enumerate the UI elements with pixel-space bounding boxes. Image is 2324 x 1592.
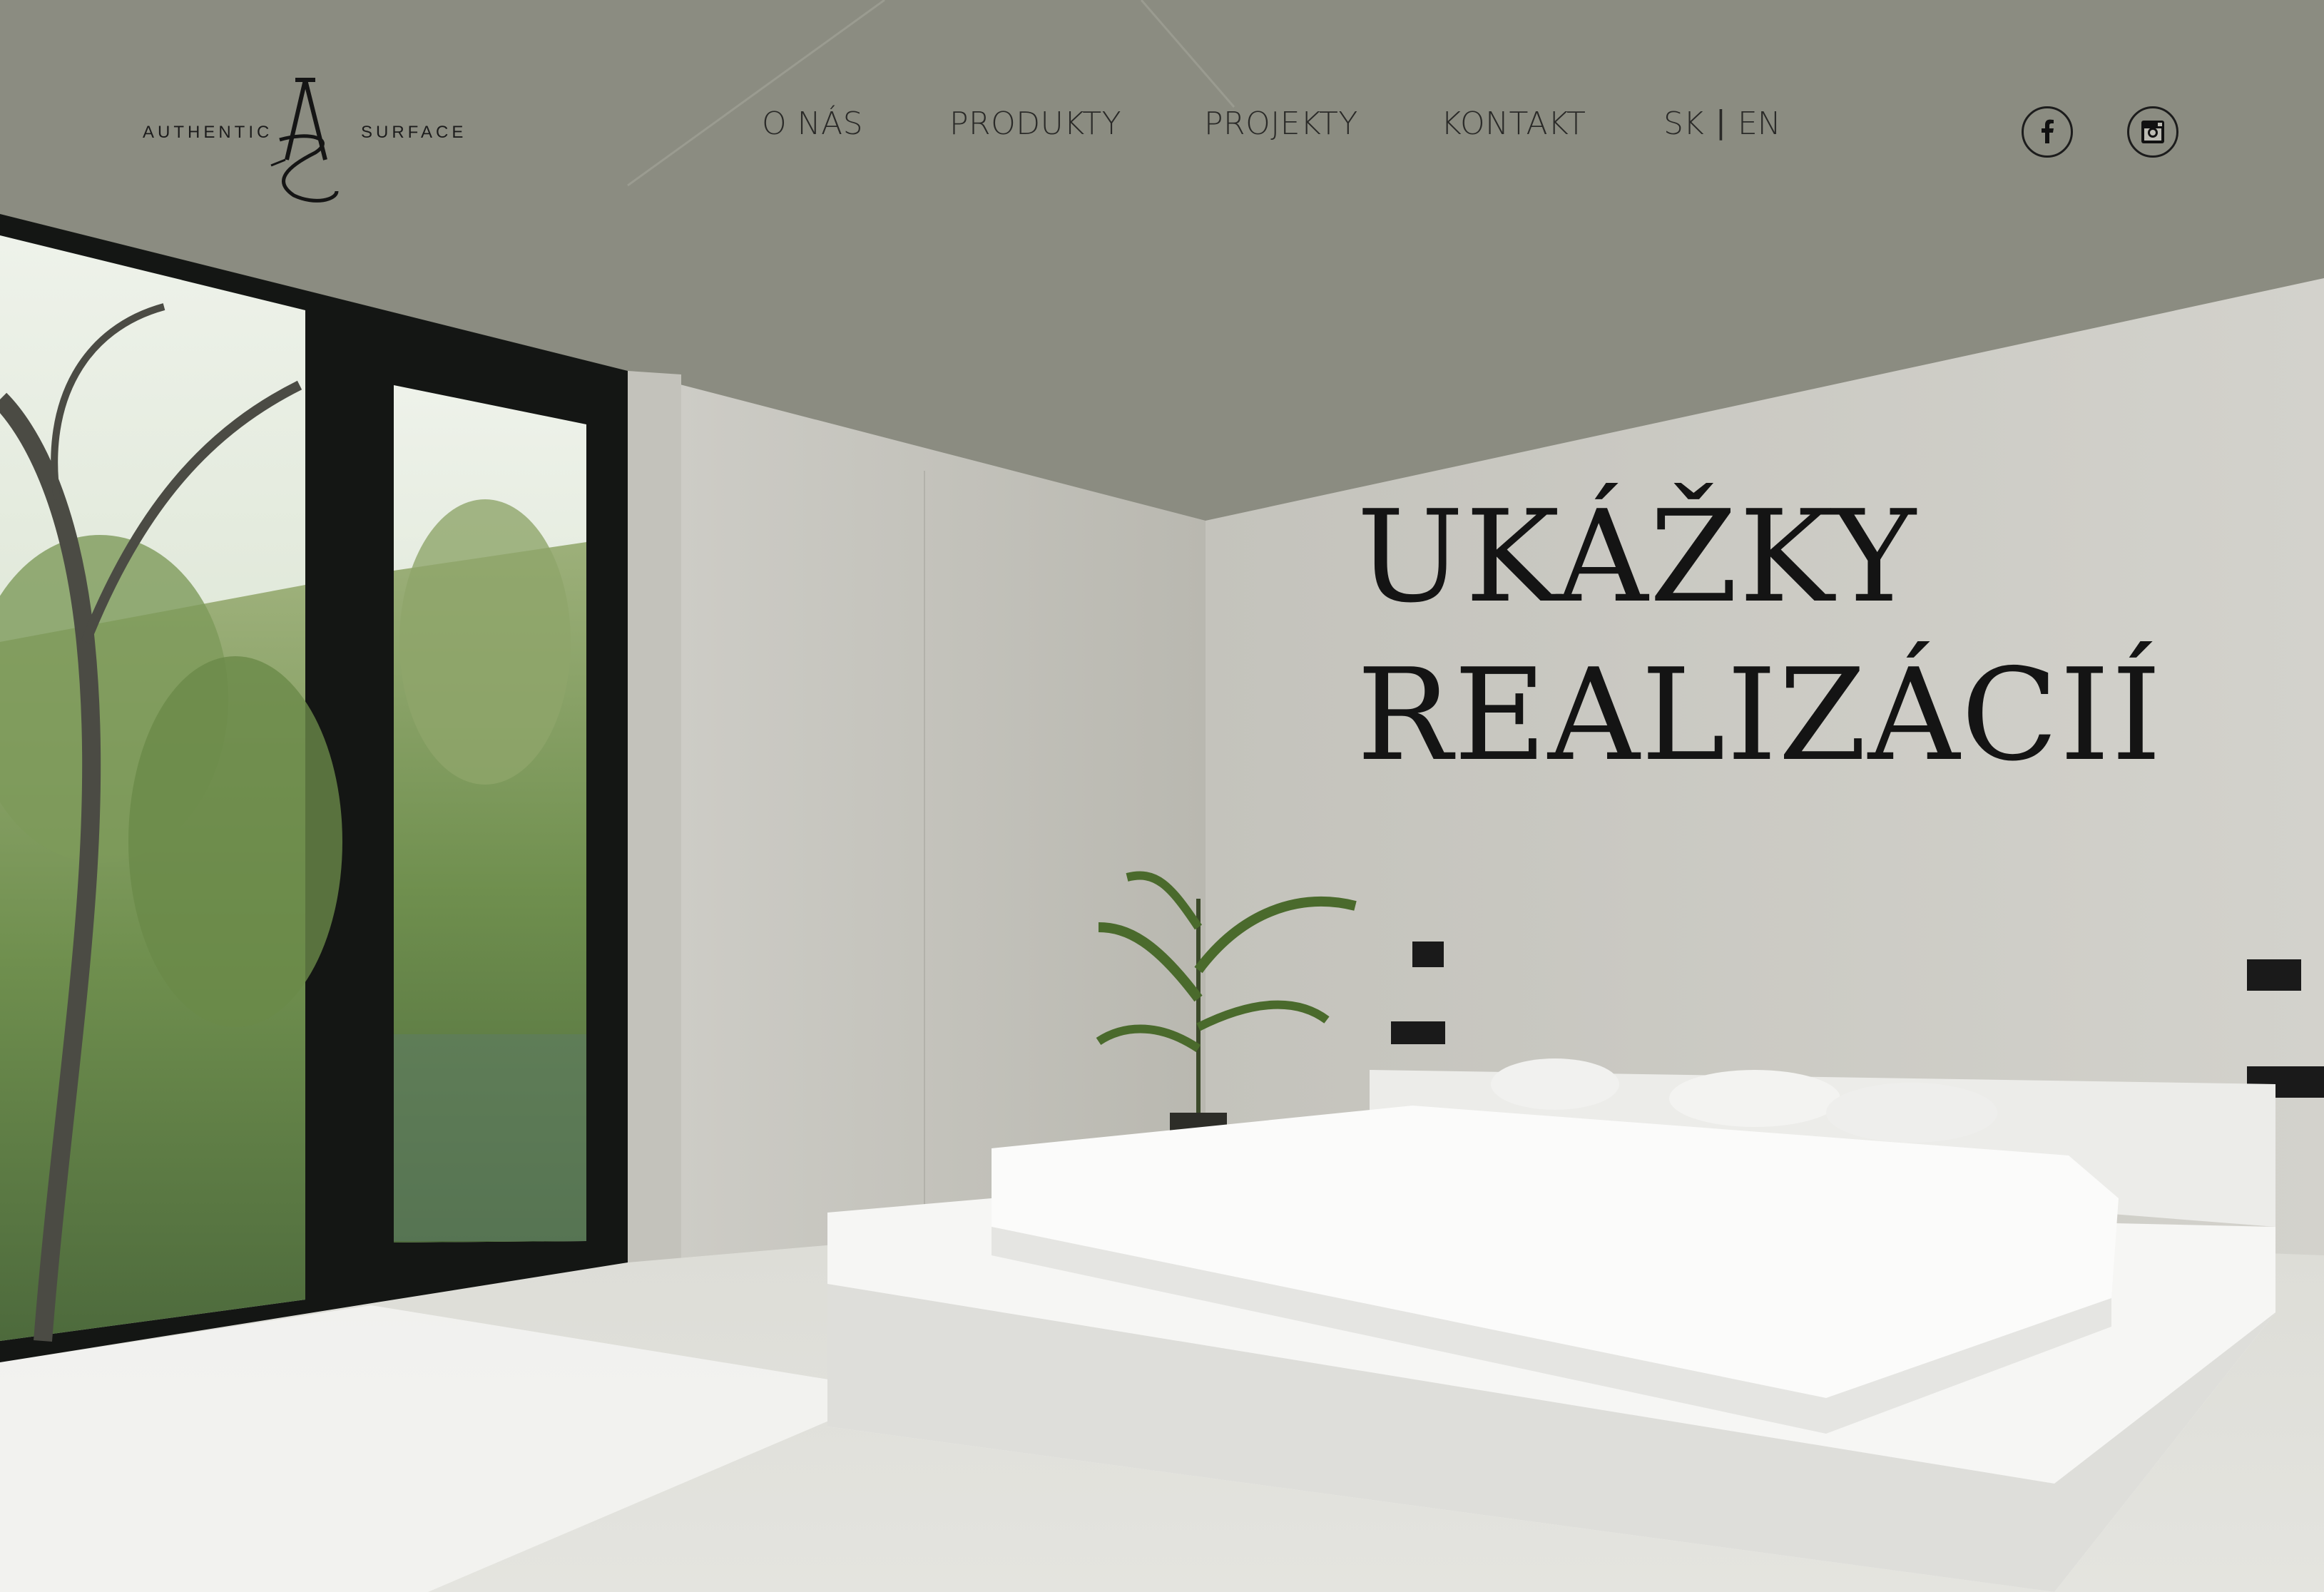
- hero-background-photo: [0, 0, 2324, 1592]
- facebook-icon[interactable]: [2022, 106, 2073, 158]
- instagram-icon[interactable]: [2127, 106, 2178, 158]
- nav-item-produkty[interactable]: PRODUKTY: [949, 106, 1121, 142]
- brand-logo[interactable]: AUTHENTIC SURFACE: [140, 74, 475, 210]
- hero-title: UKÁŽKY REALIZÁCIÍ: [1357, 478, 2213, 795]
- hero-title-line-2: REALIZÁCIÍ: [1357, 641, 2164, 789]
- lang-en[interactable]: EN: [1738, 106, 1781, 142]
- nav-item-projekty[interactable]: PROJEKTY: [1204, 106, 1358, 142]
- lang-separator: |: [1716, 104, 1726, 141]
- facebook-glyph: [2042, 119, 2054, 143]
- logo-word-surface: SURFACE: [361, 123, 467, 142]
- instagram-glyph: [2141, 121, 2164, 143]
- nav-item-o-nas[interactable]: O NÁS: [762, 106, 863, 142]
- nav-item-kontakt[interactable]: KONTAKT: [1441, 106, 1586, 142]
- hero-title-line-1: UKÁŽKY: [1357, 483, 1917, 631]
- lang-sk[interactable]: SK: [1663, 106, 1704, 142]
- logo-monogram-icon: [270, 78, 339, 203]
- logo-word-authentic: AUTHENTIC: [143, 123, 273, 142]
